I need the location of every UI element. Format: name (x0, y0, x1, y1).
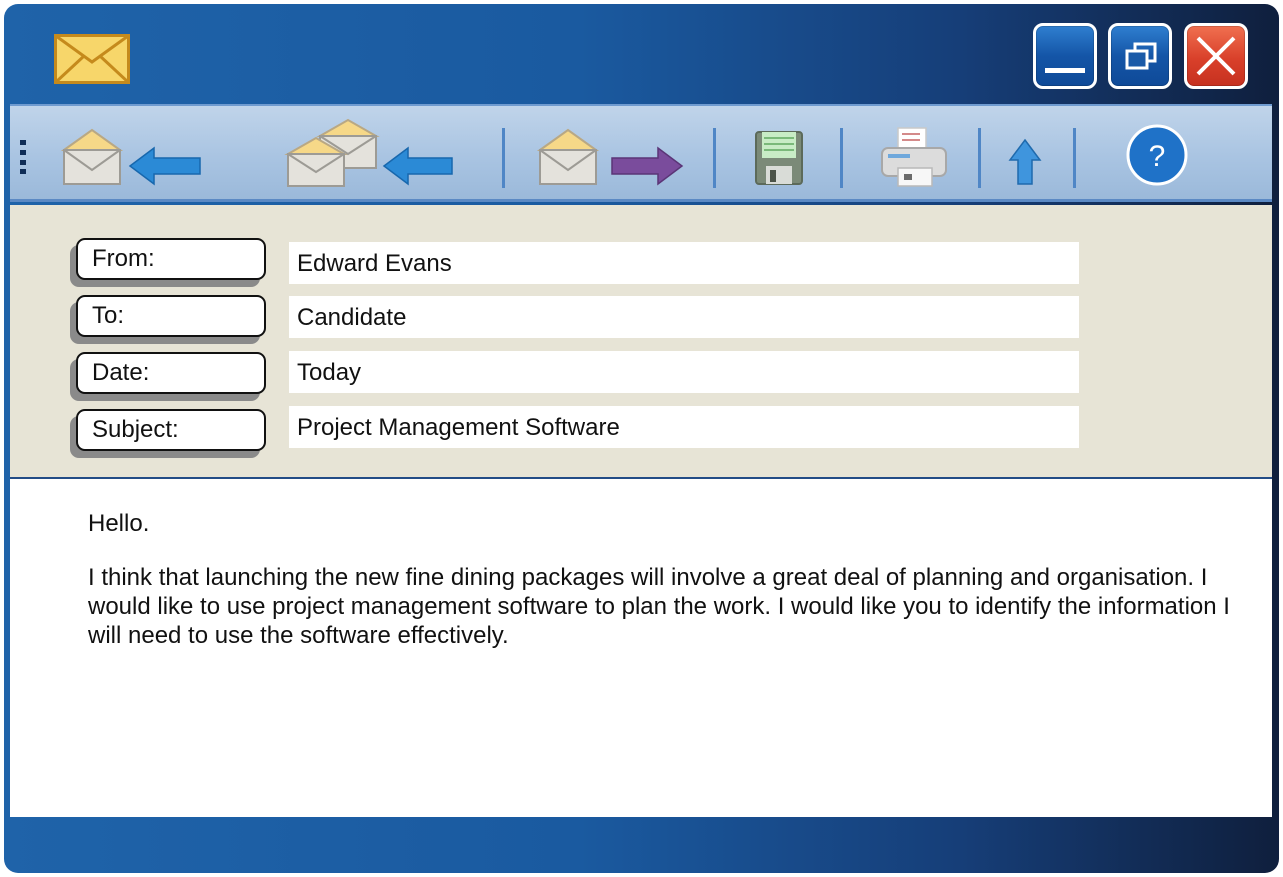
body-paragraph: I think that launching the new fine dini… (88, 564, 1230, 649)
date-value[interactable]: Today (289, 351, 1079, 393)
message-area: From: Edward Evans To: Candidate Date: T… (10, 205, 1272, 817)
from-label: From: (76, 238, 266, 280)
upload-button[interactable] (1000, 116, 1050, 192)
email-window: ? From: Edward Evans To: Candidate Date:… (4, 4, 1279, 873)
maximize-button[interactable] (1108, 23, 1172, 89)
title-bar (4, 4, 1279, 102)
date-label: Date: (76, 352, 266, 394)
from-value[interactable]: Edward Evans (289, 242, 1079, 284)
envelope-icon (54, 34, 130, 84)
minimize-button[interactable] (1033, 23, 1097, 89)
close-button[interactable] (1184, 23, 1248, 89)
floppy-disk-icon (755, 131, 803, 185)
toolbar-separator (1073, 128, 1076, 188)
print-button[interactable] (874, 116, 954, 192)
help-button[interactable]: ? (1122, 116, 1192, 192)
to-label: To: (76, 295, 266, 337)
toolbar-separator (713, 128, 716, 188)
status-bar (4, 819, 1279, 873)
subject-label: Subject: (76, 409, 266, 451)
minimize-icon (1045, 68, 1085, 73)
toolbar-separator (840, 128, 843, 188)
save-button[interactable] (748, 116, 808, 192)
close-icon (1196, 36, 1236, 76)
message-body[interactable]: Hello. I think that launching the new fi… (88, 509, 1258, 675)
message-header: From: Edward Evans To: Candidate Date: T… (10, 205, 1272, 479)
reply-button[interactable] (54, 116, 214, 192)
restore-icon (1125, 42, 1157, 70)
help-label: ? (1149, 140, 1166, 173)
up-arrow-icon (1008, 138, 1042, 185)
double-envelope-left-arrow-icon (284, 118, 453, 187)
toolbar-separator (978, 128, 981, 188)
envelope-right-arrow-icon (536, 128, 684, 186)
reply-all-button[interactable] (280, 116, 460, 192)
forward-button[interactable] (530, 116, 690, 192)
printer-icon (881, 127, 947, 187)
to-value[interactable]: Candidate (289, 296, 1079, 338)
help-icon: ? (1126, 124, 1188, 186)
subject-value[interactable]: Project Management Software (289, 406, 1079, 448)
envelope-left-arrow-icon (60, 128, 201, 186)
greeting-text: Hello. (88, 510, 150, 537)
toolbar: ? (10, 104, 1272, 202)
toolbar-grip-icon[interactable] (20, 140, 26, 174)
toolbar-separator (502, 128, 505, 188)
